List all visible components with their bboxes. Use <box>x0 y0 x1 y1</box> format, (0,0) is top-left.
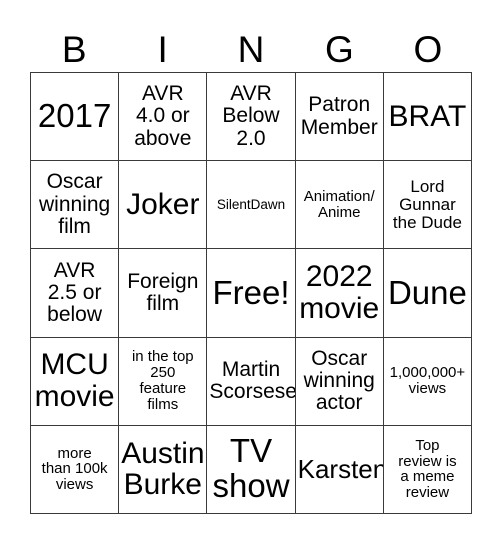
header-letter-g: G <box>325 29 354 70</box>
bingo-cell-g1[interactable]: Patron Member <box>295 73 384 162</box>
bingo-cell-b4[interactable]: MCU movie <box>31 337 120 426</box>
bingo-cell-b5[interactable]: more than 100k views <box>31 425 120 515</box>
bingo-cell-label: Dune <box>387 273 467 311</box>
bingo-cell-o1[interactable]: BRAT <box>383 73 473 162</box>
bingo-cell-label: Patron Member <box>300 93 378 139</box>
bingo-cell-free-space[interactable]: Free! <box>207 249 296 338</box>
bingo-cell-label: Joker <box>126 187 200 221</box>
bingo-cell-label: Karsten <box>297 453 384 484</box>
bingo-cell-label: AVR Below 2.0 <box>222 82 280 150</box>
bingo-cell-label: SilentDawn <box>216 196 286 212</box>
bingo-row: 2017 AVR 4.0 or above AVR Below 2.0 Patr… <box>31 73 473 162</box>
bingo-row: AVR 2.5 or below Foreign film Free! 2022… <box>31 249 473 338</box>
bingo-cell-i1[interactable]: AVR 4.0 or above <box>119 73 208 162</box>
bingo-cell-label: AVR 4.0 or above <box>134 82 192 150</box>
bingo-cell-i5[interactable]: Austin Burke <box>119 425 208 515</box>
header-letter-i: I <box>157 29 168 70</box>
bingo-cell-n1[interactable]: AVR Below 2.0 <box>207 73 296 162</box>
bingo-cell-g3[interactable]: 2022 movie <box>295 249 384 338</box>
bingo-cell-o5[interactable]: Top review is a meme review <box>383 425 473 515</box>
bingo-cell-label: Free! <box>212 273 290 311</box>
bingo-cell-n2[interactable]: SilentDawn <box>207 161 296 250</box>
bingo-cell-i2[interactable]: Joker <box>119 161 208 250</box>
bingo-cell-b1[interactable]: 2017 <box>31 73 120 162</box>
bingo-cell-label: TV show <box>212 432 290 505</box>
bingo-cell-label: Foreign film <box>127 269 199 315</box>
bingo-cell-label: Oscar winning film <box>38 170 111 238</box>
header-letter-b: B <box>61 29 87 70</box>
bingo-cell-g5[interactable]: Karsten <box>295 425 384 515</box>
bingo-cell-o2[interactable]: Lord Gunnar the Dude <box>383 161 473 250</box>
bingo-header-row: B I N G O <box>30 12 472 70</box>
bingo-cell-label: in the top 250 feature films <box>131 348 194 414</box>
bingo-cell-i4[interactable]: in the top 250 feature films <box>119 337 208 426</box>
bingo-grid: 2017 AVR 4.0 or above AVR Below 2.0 Patr… <box>30 72 473 515</box>
bingo-row: more than 100k views Austin Burke TV sho… <box>31 425 473 515</box>
bingo-cell-n5[interactable]: TV show <box>207 425 296 515</box>
bingo-cell-label: Lord Gunnar the Dude <box>392 176 462 232</box>
bingo-cell-label: Martin Scorsese <box>209 357 296 404</box>
bingo-cell-label: BRAT <box>388 99 467 133</box>
bingo-cell-i3[interactable]: Foreign film <box>119 249 208 338</box>
bingo-cell-label: Austin Burke <box>121 436 205 502</box>
bingo-cell-label: Oscar winning actor <box>303 346 375 415</box>
bingo-cell-b2[interactable]: Oscar winning film <box>31 161 120 250</box>
bingo-cell-label: Animation/ Anime <box>303 187 375 221</box>
bingo-cell-label: 2022 movie <box>299 260 380 325</box>
bingo-cell-label: Top review is a meme review <box>398 436 457 502</box>
bingo-row: MCU movie in the top 250 feature films M… <box>31 337 473 426</box>
bingo-cell-label: 2017 <box>37 97 112 135</box>
header-letter-o: O <box>413 29 443 70</box>
bingo-cell-o4[interactable]: 1,000,000+ views <box>383 337 473 426</box>
bingo-cell-label: MCU movie <box>34 348 115 414</box>
bingo-cell-label: AVR 2.5 or below <box>47 258 103 327</box>
bingo-cell-label: more than 100k views <box>41 444 108 494</box>
header-letter-n: N <box>237 29 265 70</box>
bingo-cell-b3[interactable]: AVR 2.5 or below <box>31 249 120 338</box>
bingo-card: B I N G O 2017 AVR 4.0 or above AVR Belo… <box>0 0 500 544</box>
bingo-row: Oscar winning film Joker SilentDawn Anim… <box>31 161 473 250</box>
bingo-cell-g2[interactable]: Animation/ Anime <box>295 161 384 250</box>
bingo-cell-label: 1,000,000+ views <box>389 364 466 398</box>
bingo-cell-g4[interactable]: Oscar winning actor <box>295 337 384 426</box>
bingo-cell-n4[interactable]: Martin Scorsese <box>207 337 296 426</box>
bingo-cell-o3[interactable]: Dune <box>383 249 473 338</box>
